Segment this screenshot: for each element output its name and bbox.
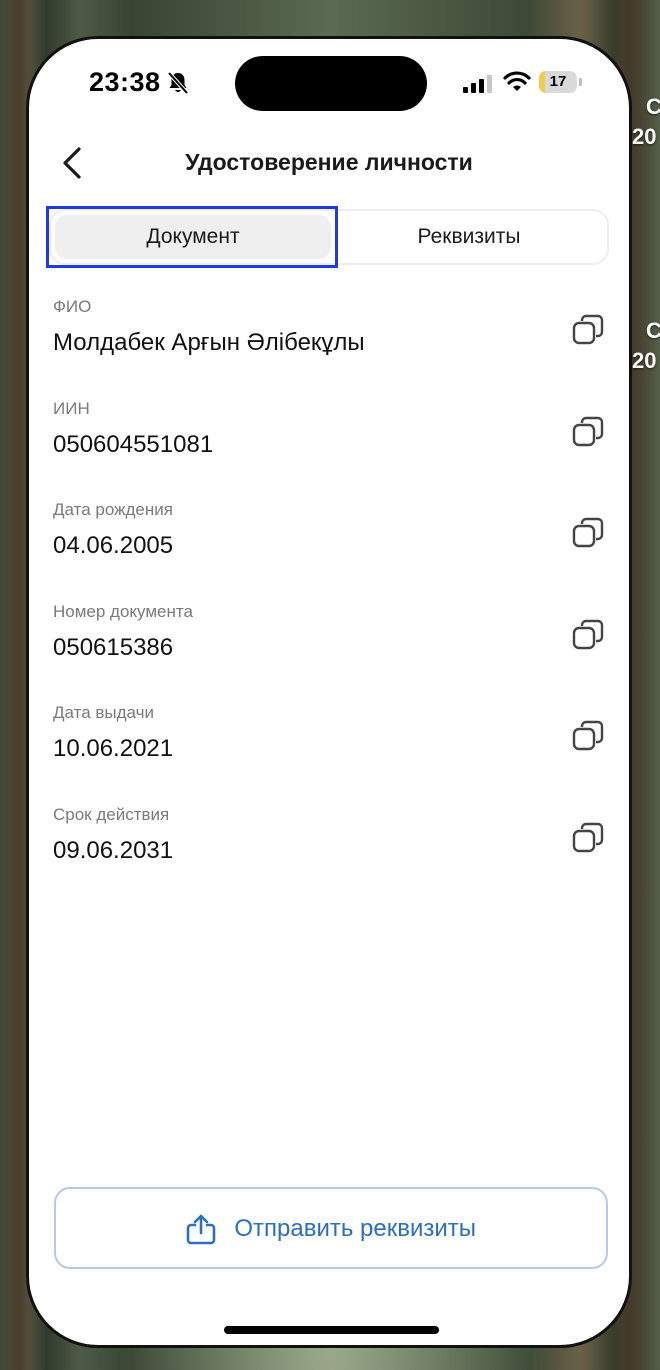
field-value: 09.06.2031 [53, 836, 174, 864]
dynamic-island [235, 56, 427, 111]
copy-icon[interactable] [571, 516, 605, 550]
field-issue-date: Дата выдачи 10.06.2021 [29, 701, 629, 803]
segmented-control: Документ Реквизиты [49, 209, 609, 265]
field-value: 04.06.2005 [53, 532, 174, 560]
field-label: Дата рождения [53, 500, 173, 520]
document-fields: ФИО Молдабек Арғын Әлібекұлы ИИН 0506045… [29, 295, 629, 905]
field-document-number: Номер документа 050615386 [29, 600, 629, 702]
send-requisites-button[interactable]: Отправить реквизиты [54, 1187, 608, 1269]
send-button-label: Отправить реквизиты [234, 1215, 477, 1242]
copy-icon[interactable] [571, 719, 605, 753]
field-value: 050615386 [53, 633, 174, 661]
field-value: 10.06.2021 [53, 735, 174, 763]
background-text: С [646, 94, 660, 119]
field-label: Срок действия [53, 804, 170, 824]
status-bar: 23:38 17 [29, 39, 629, 129]
field-expiry-date: Срок действия 09.06.2031 [29, 803, 629, 905]
phone-screen: 23:38 17 Удостоверение личности Документ… [26, 36, 632, 1348]
copy-icon[interactable] [571, 313, 605, 347]
battery-indicator: 17 [539, 71, 583, 93]
battery-tip [579, 78, 582, 86]
background-text: С [646, 318, 660, 343]
field-label: ИИН [53, 398, 90, 418]
copy-icon[interactable] [571, 821, 605, 855]
field-label: Номер документа [53, 601, 193, 621]
battery-percent: 17 [549, 73, 567, 90]
field-label: Дата выдачи [53, 703, 154, 723]
copy-icon[interactable] [571, 618, 605, 652]
page-title: Удостоверение личности [185, 149, 473, 175]
navigation-bar: Удостоверение личности [29, 135, 629, 191]
field-birth-date: Дата рождения 04.06.2005 [29, 498, 629, 600]
field-iin: ИИН 050604551081 [29, 397, 629, 499]
field-full-name: ФИО Молдабек Арғын Әлібекұлы [29, 295, 629, 397]
home-indicator[interactable] [224, 1326, 439, 1334]
wifi-icon [503, 71, 531, 91]
cellular-signal-icon [463, 75, 492, 93]
tab-document[interactable]: Документ [55, 215, 331, 259]
field-value: Молдабек Арғын Әлібекұлы [53, 329, 365, 356]
copy-icon[interactable] [571, 415, 605, 449]
status-time: 23:38 [89, 67, 161, 97]
send-button-content: Отправить реквизиты [56, 1213, 606, 1245]
share-icon [186, 1214, 216, 1245]
field-label: ФИО [53, 297, 92, 316]
battery-body: 17 [539, 71, 577, 93]
tab-requisites[interactable]: Реквизиты [335, 215, 603, 259]
field-value: 050604551081 [53, 430, 214, 458]
background-text: 20 [632, 348, 657, 373]
background-text: 20 [632, 124, 657, 149]
bell-muted-icon [167, 71, 189, 95]
